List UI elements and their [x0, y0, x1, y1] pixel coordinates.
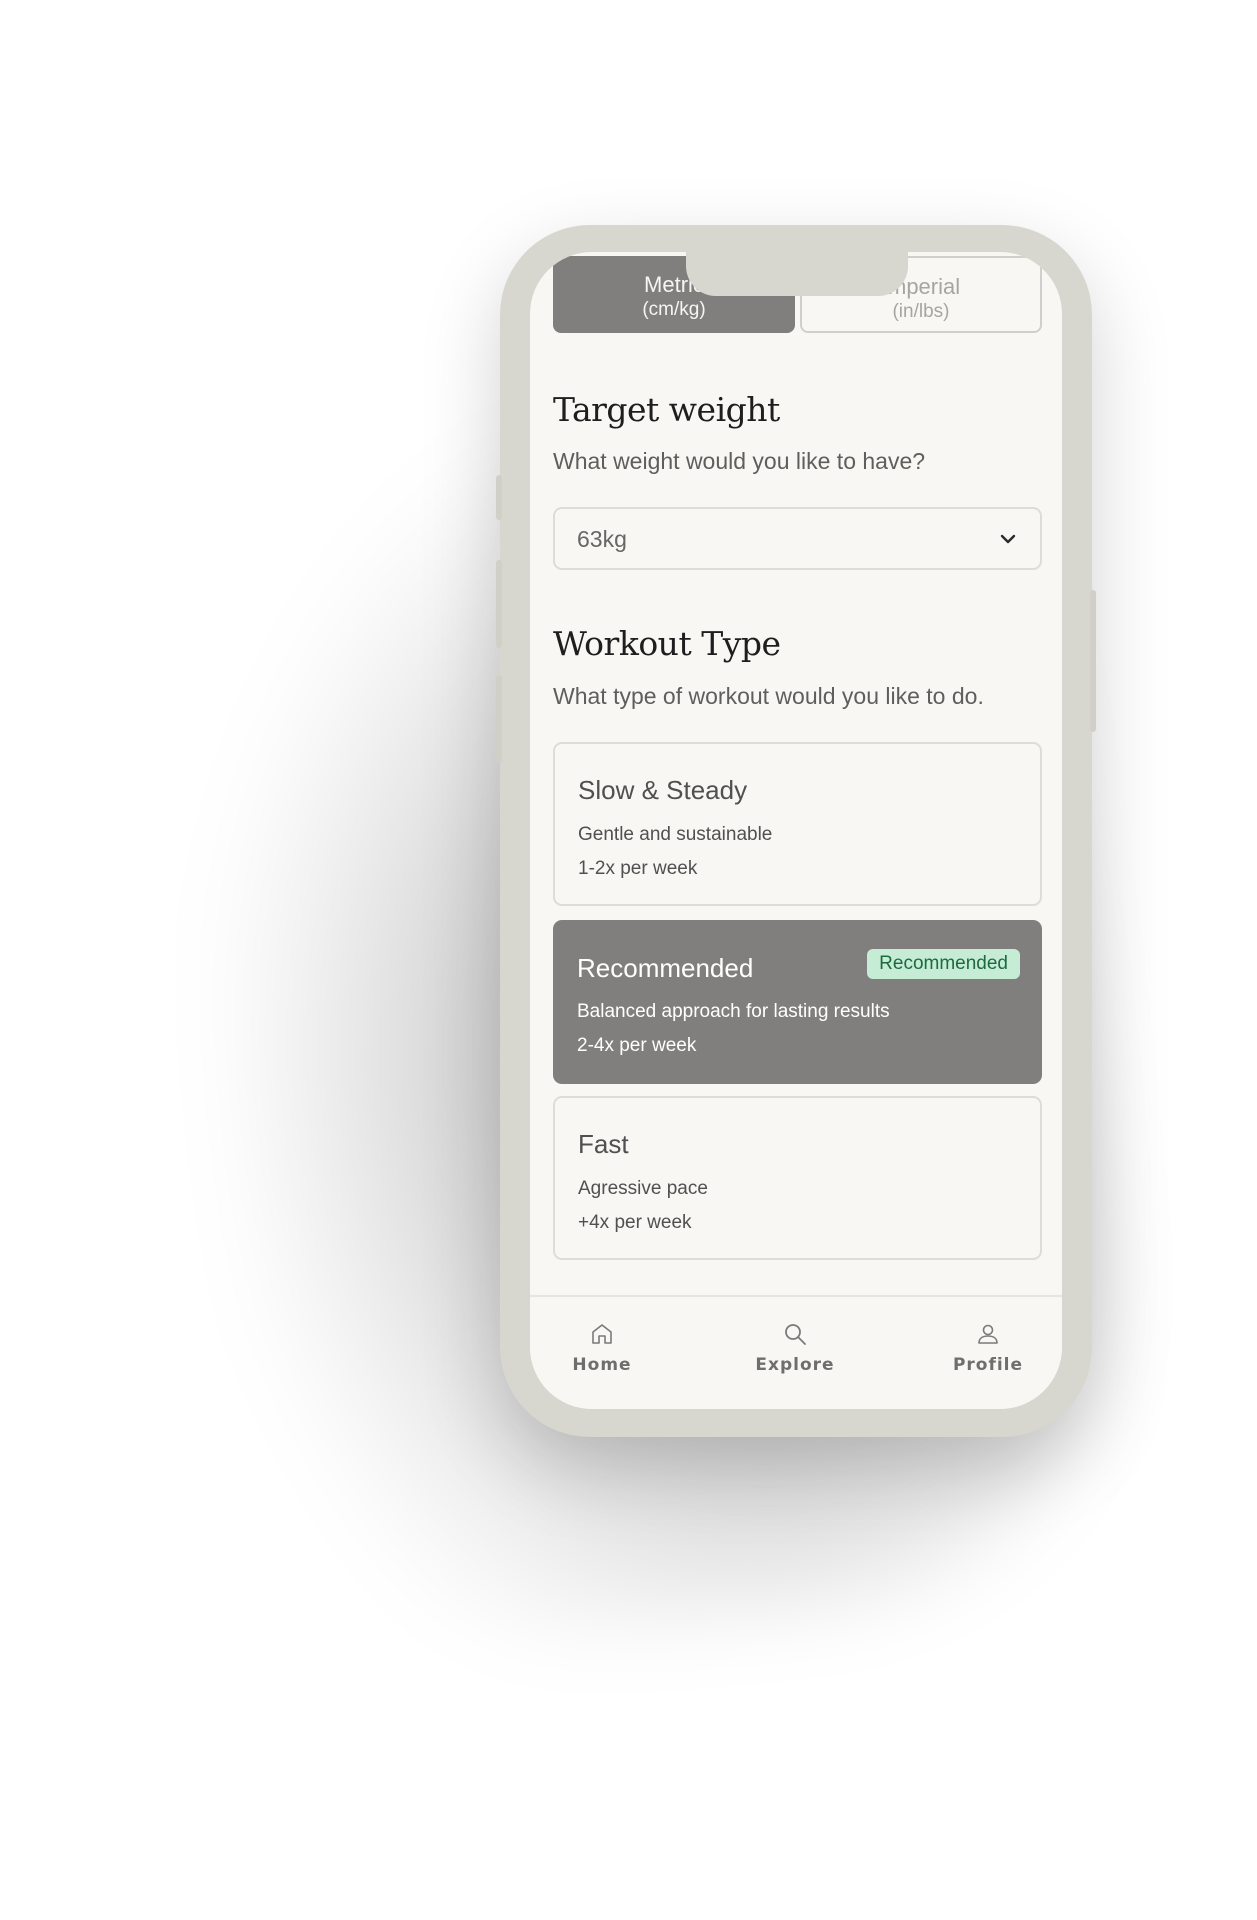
phone-screen: Metric (cm/kg) Imperial (in/lbs) Target … [530, 252, 1062, 1409]
metric-sub-label: (cm/kg) [642, 299, 706, 320]
option-frequency: 1-2x per week [578, 858, 698, 879]
option-frequency: +4x per week [578, 1212, 692, 1233]
workout-option-slow-steady[interactable]: Slow & Steady Gentle and sustainable 1-2… [553, 742, 1042, 906]
workout-type-question: What type of workout would you like to d… [553, 683, 984, 709]
option-description: Agressive pace [578, 1178, 708, 1199]
nav-item-explore[interactable]: Explore [735, 1321, 855, 1375]
recommended-badge: Recommended [867, 949, 1020, 979]
option-title: Slow & Steady [578, 775, 748, 805]
volume-up-button [496, 560, 502, 648]
chevron-down-icon [1000, 534, 1016, 544]
silent-switch [496, 475, 502, 520]
target-weight-heading: Target weight [553, 390, 780, 429]
volume-down-button [496, 675, 502, 763]
nav-item-profile[interactable]: Profile [928, 1321, 1048, 1375]
option-frequency: 2-4x per week [577, 1035, 697, 1056]
workout-type-heading: Workout Type [553, 624, 781, 663]
nav-label-home: Home [572, 1355, 632, 1375]
option-title: Fast [578, 1129, 629, 1159]
target-weight-value: 63kg [577, 526, 627, 552]
workout-option-recommended[interactable]: Recommended Recommended Balanced approac… [553, 920, 1042, 1084]
stage: Metric (cm/kg) Imperial (in/lbs) Target … [0, 0, 1257, 1920]
target-weight-select[interactable]: 63kg [553, 507, 1042, 570]
nav-label-profile: Profile [952, 1355, 1024, 1375]
phone-notch [686, 252, 908, 296]
option-title: Recommended [577, 953, 754, 983]
home-icon [592, 1324, 612, 1344]
bottom-nav: Home Explore Profile [530, 1295, 1062, 1409]
power-button [1090, 590, 1096, 732]
search-icon [785, 1324, 806, 1345]
nav-item-home[interactable]: Home [542, 1321, 662, 1375]
workout-option-fast[interactable]: Fast Agressive pace +4x per week [553, 1096, 1042, 1260]
nav-label-explore: Explore [755, 1355, 835, 1375]
imperial-sub-label: (in/lbs) [892, 301, 950, 322]
target-weight-question: What weight would you like to have? [553, 448, 926, 474]
option-description: Balanced approach for lasting results [577, 1001, 890, 1022]
option-description: Gentle and sustainable [578, 824, 773, 845]
user-icon [978, 1324, 998, 1344]
